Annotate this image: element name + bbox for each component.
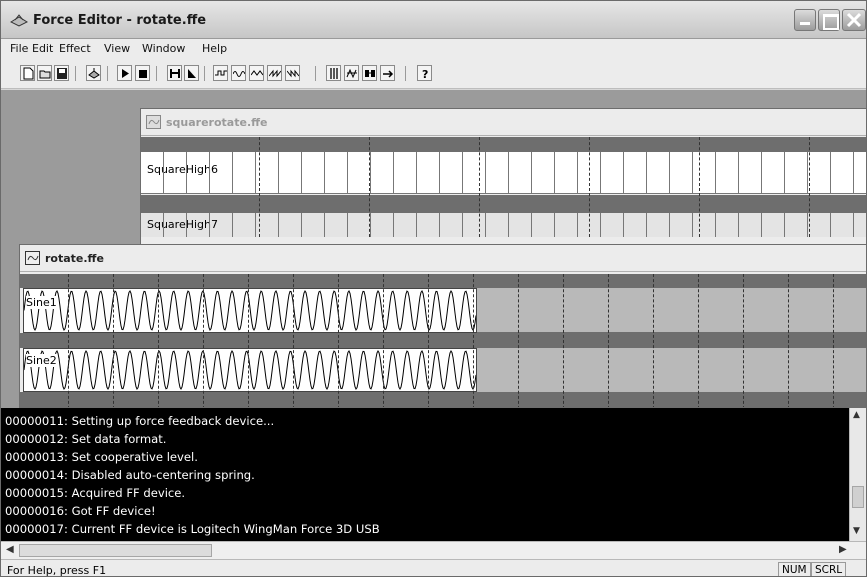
log-line: 00000013: Set cooperative level. bbox=[5, 450, 198, 464]
squarerotate-title: squarerotate.ffe bbox=[166, 116, 268, 129]
menu-edit[interactable]: Edit bbox=[32, 42, 53, 55]
scroll-lock-indicator: SCRL bbox=[811, 562, 847, 576]
track-row[interactable]: SquareHigh7 bbox=[141, 213, 866, 237]
sine2-effect-block[interactable]: Sine2 bbox=[23, 348, 477, 392]
scroll-thumb[interactable] bbox=[19, 544, 212, 557]
save-icon bbox=[57, 68, 67, 79]
status-bar: For Help, press F1 NUM SCRL bbox=[1, 559, 866, 577]
minimize-button[interactable] bbox=[794, 9, 816, 31]
svg-text:?: ? bbox=[422, 68, 428, 80]
inertia-icon bbox=[365, 70, 375, 77]
num-lock-indicator: NUM bbox=[778, 562, 811, 576]
squarerotate-title-bar[interactable]: squarerotate.ffe bbox=[141, 109, 866, 136]
force-editor-window: Force Editor - rotate.ffe File Edit Effe… bbox=[0, 0, 867, 577]
close-button[interactable] bbox=[842, 9, 866, 31]
status-help-text: For Help, press F1 bbox=[7, 564, 107, 577]
triangle-wave-button[interactable] bbox=[249, 65, 264, 81]
close-icon bbox=[846, 12, 862, 28]
sine2-waveform bbox=[23, 349, 477, 391]
scroll-left-arrow-icon[interactable]: ◀ bbox=[6, 544, 14, 555]
title-bar[interactable]: Force Editor - rotate.ffe bbox=[1, 1, 866, 39]
sawtooth-down-icon bbox=[287, 69, 299, 78]
spring-icon bbox=[330, 68, 338, 79]
document-icon bbox=[146, 115, 161, 129]
sawtooth-up-icon bbox=[269, 69, 281, 78]
log-line: 00000011: Setting up force feedback devi… bbox=[5, 414, 275, 428]
damper-icon bbox=[346, 68, 357, 79]
ramp-force-icon bbox=[188, 69, 196, 78]
log-line: 00000012: Set data format. bbox=[5, 432, 167, 446]
empty-timeline-area bbox=[476, 288, 866, 407]
damper-button[interactable] bbox=[344, 65, 359, 81]
scroll-up-arrow-icon[interactable]: ▲ bbox=[853, 410, 860, 420]
timeline-ruler bbox=[20, 274, 866, 288]
ramp-force-button[interactable] bbox=[184, 65, 199, 81]
menu-help[interactable]: Help bbox=[202, 42, 227, 55]
square-wave-icon bbox=[215, 70, 227, 76]
sine1-effect-block[interactable]: Sine1 bbox=[23, 288, 477, 333]
stop-button[interactable] bbox=[135, 65, 150, 81]
mdi-workspace: squarerotate.ffe SquareHigh6 SquareHigh7… bbox=[1, 90, 866, 408]
log-line: 00000015: Acquired FF device. bbox=[5, 486, 186, 500]
menu-effect[interactable]: Effect bbox=[59, 42, 91, 55]
log-line: 00000017: Current FF device is Logitech … bbox=[5, 522, 380, 536]
open-button[interactable] bbox=[37, 65, 52, 81]
track-separator bbox=[141, 195, 866, 213]
force-device-icon bbox=[88, 68, 100, 79]
log-horizontal-scrollbar[interactable]: ◀ ▶ bbox=[1, 541, 866, 559]
force-device-button[interactable] bbox=[86, 65, 101, 81]
stop-icon bbox=[139, 70, 147, 78]
rotate-title: rotate.ffe bbox=[45, 252, 104, 265]
sine-wave-icon bbox=[233, 71, 245, 77]
document-icon bbox=[25, 251, 40, 265]
constant-force-button[interactable] bbox=[167, 65, 182, 81]
rotate-document-window[interactable]: rotate.ffe Sine1 Sine2 bbox=[19, 244, 866, 408]
play-icon bbox=[122, 69, 129, 78]
scroll-down-arrow-icon[interactable]: ▼ bbox=[853, 526, 860, 536]
maximize-button[interactable] bbox=[818, 9, 840, 31]
toolbar: ? bbox=[1, 59, 866, 89]
log-line: 00000014: Disabled auto-centering spring… bbox=[5, 468, 255, 482]
new-icon bbox=[23, 67, 34, 80]
constant-force-icon bbox=[170, 69, 180, 78]
track-label: Sine2 bbox=[26, 354, 57, 367]
sawtooth-up-button[interactable] bbox=[267, 65, 282, 81]
track-separator bbox=[20, 333, 479, 348]
output-log: 00000011: Setting up force feedback devi… bbox=[1, 408, 849, 541]
friction-button[interactable] bbox=[380, 65, 395, 81]
save-button[interactable] bbox=[54, 65, 69, 81]
inertia-button[interactable] bbox=[362, 65, 377, 81]
scroll-thumb[interactable] bbox=[852, 486, 864, 508]
rotate-title-bar[interactable]: rotate.ffe bbox=[20, 245, 866, 272]
menu-window[interactable]: Window bbox=[142, 42, 185, 55]
track-row[interactable]: SquareHigh6 bbox=[141, 152, 866, 194]
menu-file[interactable]: File bbox=[10, 42, 28, 55]
track-label: Sine1 bbox=[26, 296, 57, 309]
sawtooth-down-button[interactable] bbox=[285, 65, 300, 81]
menu-view[interactable]: View bbox=[104, 42, 130, 55]
friction-icon bbox=[383, 70, 394, 78]
sine-wave-button[interactable] bbox=[231, 65, 246, 81]
square-wave-button[interactable] bbox=[213, 65, 228, 81]
open-icon bbox=[39, 70, 51, 79]
log-vertical-scrollbar[interactable]: ▲ ▼ bbox=[849, 408, 866, 541]
new-button[interactable] bbox=[20, 65, 35, 81]
about-button[interactable]: ? bbox=[417, 65, 432, 81]
sine1-waveform bbox=[23, 289, 477, 332]
triangle-wave-icon bbox=[251, 70, 263, 76]
force-editor-app-icon bbox=[10, 14, 28, 27]
timeline-ruler bbox=[141, 137, 866, 152]
spring-button[interactable] bbox=[326, 65, 341, 81]
window-title: Force Editor - rotate.ffe bbox=[33, 13, 207, 28]
squarerotate-document-window[interactable]: squarerotate.ffe SquareHigh6 SquareHigh7 bbox=[140, 108, 866, 258]
play-button[interactable] bbox=[117, 65, 132, 81]
log-line: 00000016: Got FF device! bbox=[5, 504, 156, 518]
menu-bar: File Edit Effect View Window Help bbox=[1, 39, 866, 59]
help-question-icon: ? bbox=[422, 68, 428, 80]
scroll-right-arrow-icon[interactable]: ▶ bbox=[839, 544, 847, 555]
